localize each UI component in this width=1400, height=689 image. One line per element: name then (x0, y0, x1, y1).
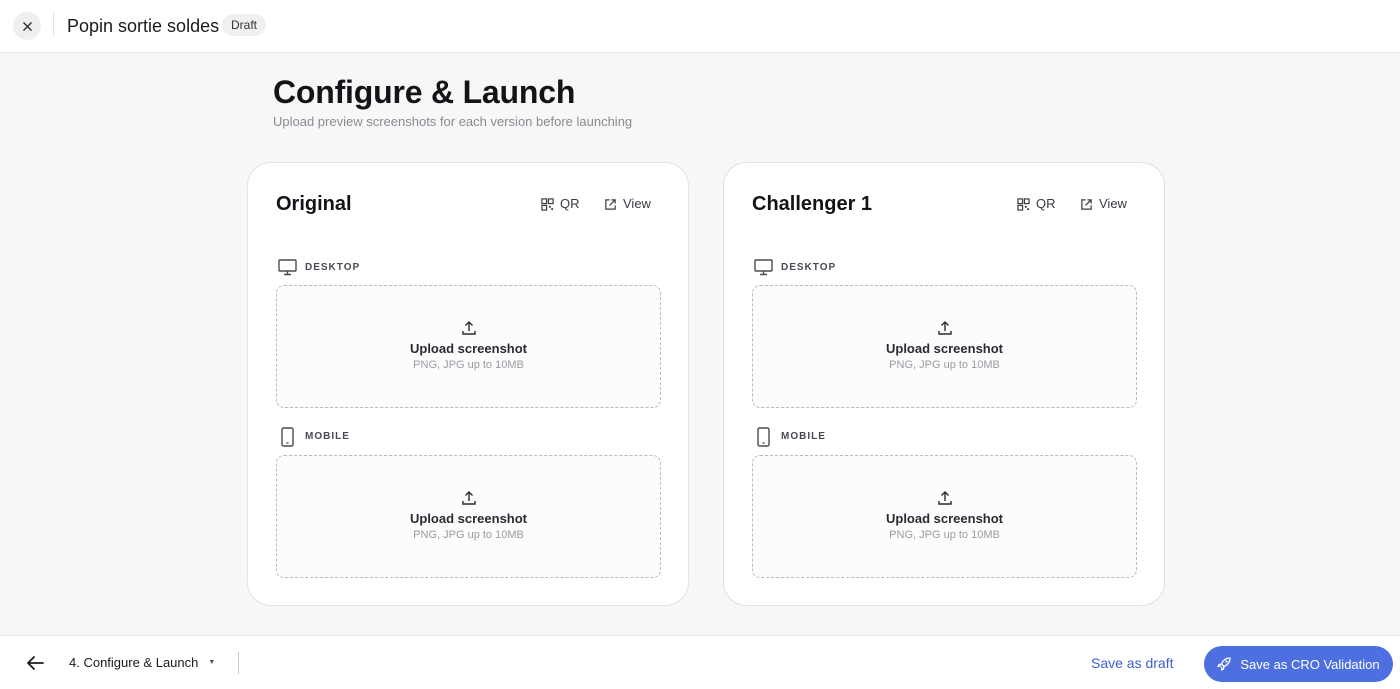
upload-hint: PNG, JPG up to 10MB (413, 359, 524, 371)
version-title: Challenger 1 (752, 193, 873, 215)
back-button[interactable] (22, 650, 48, 676)
view-label: View (1099, 196, 1127, 211)
desktop-upload-dropzone[interactable]: Upload screenshot PNG, JPG up to 10MB (276, 285, 661, 408)
save-cro-validation-button[interactable]: Save as CRO Validation (1204, 646, 1393, 682)
monitor-icon (754, 259, 773, 276)
mobile-label-text: MOBILE (781, 431, 826, 442)
upload-hint: PNG, JPG up to 10MB (413, 529, 524, 541)
desktop-label-text: DESKTOP (305, 261, 361, 273)
version-title: Original (276, 193, 352, 215)
save-draft-button[interactable]: Save as draft (1091, 654, 1174, 672)
upload-icon (937, 321, 952, 335)
save-cro-label: Save as CRO Validation (1240, 656, 1380, 672)
top-bar: Popin sortie soldes Draft (0, 0, 1400, 53)
view-button[interactable]: View (1080, 195, 1127, 213)
desktop-section-label: DESKTOP (754, 259, 836, 276)
mobile-upload-dropzone[interactable]: Upload screenshot PNG, JPG up to 10MB (276, 455, 661, 578)
upload-hint: PNG, JPG up to 10MB (889, 529, 1000, 541)
qr-code-icon (541, 197, 554, 211)
arrow-left-icon (27, 656, 44, 670)
status-badge: Draft (222, 14, 267, 36)
monitor-icon (278, 259, 297, 276)
upload-icon (937, 491, 952, 505)
step-selector[interactable]: 4. Configure & Launch ▼ (69, 654, 215, 672)
phone-icon (281, 427, 294, 447)
qr-button[interactable]: QR (1017, 195, 1056, 213)
step-label: 4. Configure & Launch (69, 655, 199, 670)
upload-title: Upload screenshot (409, 341, 528, 356)
close-icon (22, 21, 32, 31)
desktop-upload-dropzone[interactable]: Upload screenshot PNG, JPG up to 10MB (752, 285, 1137, 408)
qr-label: QR (560, 196, 580, 211)
mobile-section-label: MOBILE (754, 427, 826, 447)
close-button[interactable] (13, 12, 41, 40)
upload-title: Upload screenshot (409, 511, 528, 526)
upload-icon (461, 491, 476, 505)
version-card-original: Original QR View DESKTOP Upload screensh… (247, 162, 689, 606)
experiment-title: Popin sortie soldes (67, 16, 220, 36)
desktop-section-label: DESKTOP (278, 259, 360, 276)
mobile-label-text: MOBILE (305, 431, 350, 442)
view-button[interactable]: View (604, 195, 651, 213)
upload-icon (461, 321, 476, 335)
desktop-label-text: DESKTOP (781, 261, 837, 273)
external-link-icon (605, 198, 616, 210)
external-link-icon (1081, 198, 1092, 210)
upload-title: Upload screenshot (885, 511, 1004, 526)
qr-button[interactable]: QR (541, 195, 580, 213)
caret-down-icon: ▼ (208, 659, 216, 666)
qr-code-icon (1017, 197, 1030, 211)
upload-title: Upload screenshot (885, 341, 1004, 356)
view-label: View (623, 196, 651, 211)
bottom-bar: 4. Configure & Launch ▼ Save as draft Sa… (0, 635, 1400, 689)
footer-divider (238, 652, 239, 674)
phone-icon (757, 427, 770, 447)
mobile-section-label: MOBILE (278, 427, 350, 447)
version-card-challenger-1: Challenger 1 QR View DESKTOP Upload scre… (723, 162, 1165, 606)
qr-label: QR (1036, 196, 1056, 211)
header-divider (53, 12, 54, 36)
rocket-icon (1217, 657, 1232, 671)
upload-hint: PNG, JPG up to 10MB (889, 359, 1000, 371)
page-title: Configure & Launch (273, 74, 576, 110)
page-subtitle: Upload preview screenshots for each vers… (273, 114, 633, 129)
mobile-upload-dropzone[interactable]: Upload screenshot PNG, JPG up to 10MB (752, 455, 1137, 578)
